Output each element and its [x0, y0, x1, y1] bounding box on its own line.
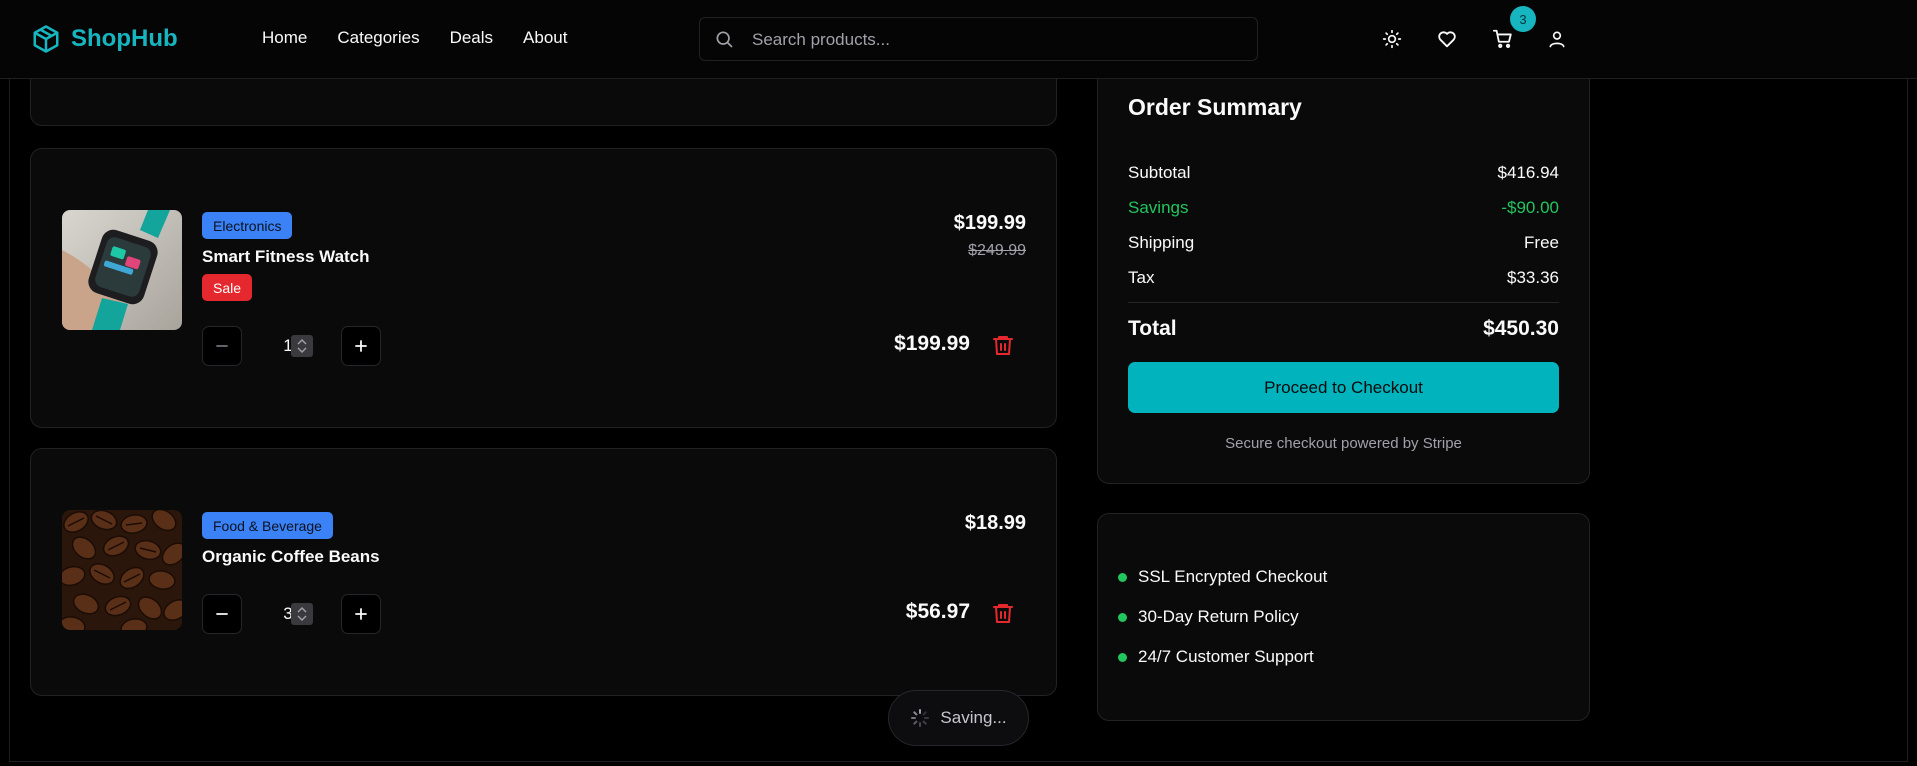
- nav-home[interactable]: Home: [262, 28, 307, 48]
- proceed-to-checkout-button[interactable]: Proceed to Checkout: [1128, 362, 1559, 413]
- main-nav: Home Categories Deals About: [262, 28, 597, 48]
- trash-icon[interactable]: [991, 333, 1015, 357]
- plus-icon: [355, 608, 367, 620]
- increase-quantity-button[interactable]: [341, 594, 381, 634]
- line-total: $199.99: [894, 332, 970, 355]
- brand-name: ShopHub: [71, 25, 178, 52]
- subtotal-row: Subtotal $416.94: [1128, 163, 1559, 183]
- green-dot-icon: [1118, 572, 1127, 582]
- savings-value: -$90.00: [1501, 198, 1559, 217]
- category-badge: Electronics: [202, 212, 293, 239]
- green-dot-icon: [1118, 612, 1127, 622]
- cube-icon: [33, 25, 59, 53]
- product-image-smartwatch[interactable]: [62, 210, 182, 330]
- top-header: ShopHub Home Categories Deals About 3: [0, 0, 1917, 79]
- brand-logo[interactable]: ShopHub: [31, 24, 178, 54]
- cart-count-badge: 3: [1510, 6, 1536, 32]
- category-badge: Food & Beverage: [202, 512, 333, 539]
- decrease-quantity-button[interactable]: [202, 594, 242, 634]
- search-input[interactable]: [750, 18, 1234, 62]
- trust-item-label: SSL Encrypted Checkout: [1138, 567, 1328, 586]
- original-price: $249.99: [968, 242, 1026, 259]
- product-name[interactable]: Smart Fitness Watch: [202, 247, 370, 267]
- saving-status-toast: Saving...: [888, 690, 1029, 746]
- cart-icon[interactable]: [1491, 27, 1515, 51]
- trust-item-label: 24/7 Customer Support: [1138, 647, 1314, 666]
- nav-about[interactable]: About: [523, 28, 567, 48]
- savings-label: Savings: [1128, 198, 1189, 217]
- trash-icon[interactable]: [991, 601, 1015, 625]
- divider: [1128, 302, 1559, 303]
- sale-badge: Sale: [202, 274, 253, 301]
- product-name[interactable]: Organic Coffee Beans: [202, 547, 380, 567]
- trust-item: SSL Encrypted Checkout: [1118, 567, 1327, 587]
- nav-categories[interactable]: Categories: [337, 28, 419, 48]
- search-box: [699, 17, 1258, 62]
- tax-row: Tax $33.36: [1128, 268, 1559, 288]
- minus-icon: [216, 345, 228, 347]
- nav-deals[interactable]: Deals: [450, 28, 493, 48]
- quantity-stepper[interactable]: [291, 603, 313, 625]
- cart-item-card: Food & Beverage Organic Coffee Beans 3 $…: [30, 448, 1057, 696]
- trust-item: 24/7 Customer Support: [1118, 647, 1314, 667]
- savings-row: Savings -$90.00: [1128, 198, 1559, 218]
- product-image-coffee-beans[interactable]: [62, 510, 182, 630]
- total-label: Total: [1128, 317, 1177, 340]
- total-row: Total $450.30: [1128, 317, 1559, 341]
- decrease-quantity-button[interactable]: [202, 326, 242, 366]
- line-total: $56.97: [905, 600, 970, 623]
- shipping-row: Shipping Free: [1128, 233, 1559, 253]
- trust-item-label: 30-Day Return Policy: [1138, 607, 1299, 626]
- total-value: $450.30: [1483, 317, 1559, 340]
- cart-item-card: Electronics Smart Fitness Watch Sale 1 $…: [30, 148, 1057, 428]
- tax-value: $33.36: [1507, 268, 1559, 287]
- subtotal-label: Subtotal: [1128, 163, 1191, 182]
- wishlist-heart-icon[interactable]: [1435, 27, 1459, 51]
- subtotal-value: $416.94: [1497, 163, 1559, 182]
- plus-icon: [355, 340, 367, 352]
- user-account-icon[interactable]: [1545, 27, 1569, 51]
- order-summary-title: Order Summary: [1128, 94, 1302, 120]
- shipping-value: Free: [1524, 233, 1559, 252]
- trust-item: 30-Day Return Policy: [1118, 607, 1299, 627]
- trust-features-panel: SSL Encrypted Checkout 30-Day Return Pol…: [1097, 513, 1590, 721]
- tax-label: Tax: [1128, 268, 1155, 287]
- green-dot-icon: [1118, 652, 1127, 662]
- minus-icon: [216, 613, 228, 615]
- unit-price: $199.99: [953, 212, 1026, 234]
- loading-spinner-icon: [911, 709, 930, 727]
- shipping-label: Shipping: [1128, 233, 1195, 252]
- quantity-stepper[interactable]: [291, 335, 313, 357]
- increase-quantity-button[interactable]: [341, 326, 381, 366]
- saving-text: Saving...: [940, 708, 1007, 727]
- order-summary-panel: Order Summary Subtotal $416.94 Savings -…: [1097, 60, 1590, 484]
- theme-toggle-sun-icon[interactable]: [1380, 27, 1404, 51]
- secure-checkout-note: Secure checkout powered by Stripe: [1225, 435, 1462, 452]
- unit-price: $18.99: [964, 512, 1026, 534]
- search-icon: [716, 31, 733, 48]
